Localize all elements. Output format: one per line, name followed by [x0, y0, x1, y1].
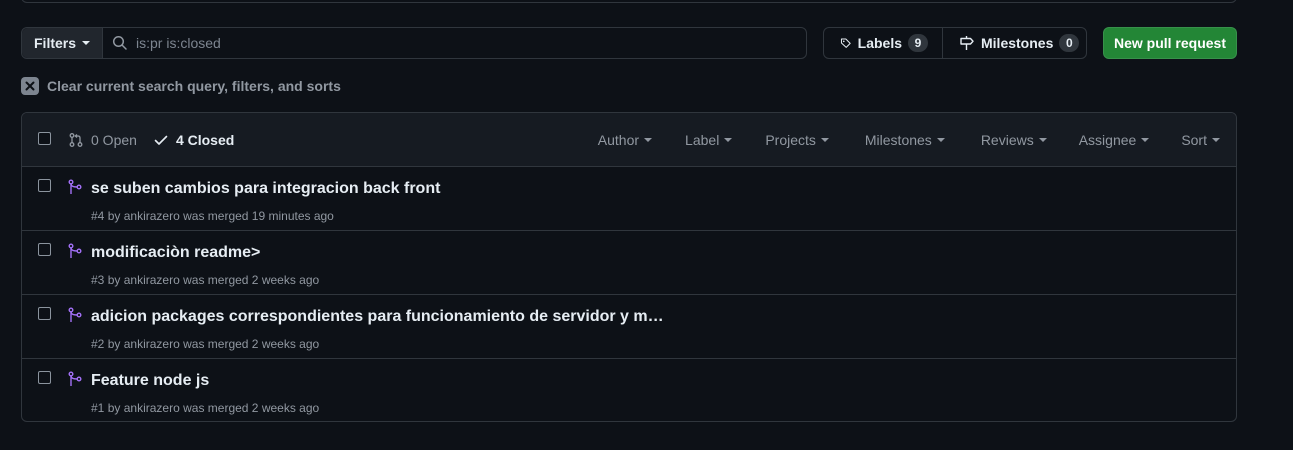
pr-by: by — [107, 337, 121, 351]
x-icon — [21, 77, 39, 95]
pull-request-meta: #3 by ankirazero was merged 2 weeks ago — [91, 273, 319, 287]
filters-dropdown-button[interactable]: Filters — [22, 28, 104, 58]
labels-count-badge: 9 — [908, 34, 928, 52]
pr-status: was merged 2 weeks ago — [183, 273, 320, 287]
pr-status: was merged 2 weeks ago — [183, 401, 320, 415]
state-toggles: 0 Open 4 Closed — [68, 113, 234, 167]
reviews-filter-label: Reviews — [980, 132, 1034, 148]
pull-request-title-link[interactable]: adicion packages correspondientes para f… — [91, 308, 664, 326]
milestones-filter-label: Milestones — [864, 132, 932, 148]
pull-request-row: modificaciòn readme> #3 by ankirazero wa… — [22, 231, 1236, 295]
pr-by: by — [107, 273, 121, 287]
merged-icon — [68, 307, 82, 322]
pr-by: by — [107, 401, 121, 415]
closed-count-label: 4 Closed — [175, 132, 235, 148]
caret-down-icon — [820, 138, 829, 142]
pull-request-icon — [69, 133, 83, 147]
select-all-checkbox[interactable] — [38, 132, 51, 145]
author-filter-label: Author — [597, 132, 640, 148]
projects-filter-menu[interactable]: Projects — [765, 132, 829, 148]
pull-request-title-link[interactable]: se suben cambios para integracion back f… — [91, 180, 440, 198]
closed-state-link[interactable]: 4 Closed — [153, 132, 234, 148]
filters-search-group: Filters — [21, 27, 807, 59]
filters-label: Filters — [34, 35, 77, 51]
clear-filters-label: Clear current search query, filters, and… — [47, 78, 341, 94]
new-pull-request-button[interactable]: New pull request — [1103, 27, 1237, 59]
labels-button[interactable]: Labels 9 — [824, 28, 942, 58]
caret-down-icon — [1038, 138, 1047, 142]
row-checkbox[interactable] — [38, 243, 51, 256]
milestones-label: Milestones — [981, 35, 1054, 51]
caret-down-icon — [936, 138, 945, 142]
milestones-filter-menu[interactable]: Milestones — [865, 132, 945, 148]
search-icon — [112, 35, 127, 50]
open-count-label: 0 Open — [91, 132, 137, 148]
milestones-button[interactable]: Milestones 0 — [942, 28, 1086, 58]
clear-filters-link[interactable]: Clear current search query, filters, and… — [21, 77, 341, 95]
author-link[interactable]: ankirazero — [124, 273, 180, 287]
filter-menus: Author Label Projects Milestones Reviews… — [598, 113, 1220, 167]
sort-label: Sort — [1181, 132, 1207, 148]
caret-down-icon — [1141, 138, 1150, 142]
assignee-filter-menu[interactable]: Assignee — [1079, 132, 1150, 148]
pull-request-row: Feature node js #1 by ankirazero was mer… — [22, 359, 1236, 421]
caret-down-icon — [82, 41, 91, 45]
labels-milestones-group: Labels 9 Milestones 0 — [823, 27, 1087, 59]
milestones-count-badge: 0 — [1059, 34, 1080, 52]
search-input[interactable] — [136, 35, 806, 51]
subnav: Filters Labels 9 Milestone — [21, 27, 1237, 59]
pull-request-meta: #4 by ankirazero was merged 19 minutes a… — [91, 209, 334, 223]
check-icon — [154, 135, 168, 145]
author-link[interactable]: ankirazero — [124, 401, 180, 415]
author-filter-menu[interactable]: Author — [597, 132, 653, 148]
caret-down-icon — [644, 138, 653, 142]
pr-number: #4 — [91, 209, 105, 223]
pr-number: #1 — [91, 401, 105, 415]
row-checkbox[interactable] — [38, 307, 51, 320]
row-checkbox[interactable] — [38, 179, 51, 192]
row-checkbox[interactable] — [38, 371, 51, 384]
pull-request-list: 0 Open 4 Closed Author Label Projects Mi… — [21, 112, 1237, 422]
caret-down-icon — [724, 138, 733, 142]
pr-by: by — [107, 209, 121, 223]
list-header: 0 Open 4 Closed Author Label Projects Mi… — [22, 113, 1236, 167]
open-state-link[interactable]: 0 Open — [68, 132, 137, 148]
pull-request-row: se suben cambios para integracion back f… — [22, 167, 1236, 231]
assignee-filter-label: Assignee — [1078, 132, 1137, 148]
merged-icon — [68, 371, 82, 386]
merged-icon — [68, 179, 82, 194]
pull-request-meta: #2 by ankirazero was merged 2 weeks ago — [91, 337, 319, 351]
pull-request-title-link[interactable]: Feature node js — [91, 372, 209, 390]
pr-number: #2 — [91, 337, 105, 351]
projects-filter-label: Projects — [765, 132, 816, 148]
reviews-filter-menu[interactable]: Reviews — [981, 132, 1047, 148]
tag-icon — [840, 38, 851, 48]
caret-down-icon — [1212, 138, 1220, 142]
pull-request-meta: #1 by ankirazero was merged 2 weeks ago — [91, 401, 319, 415]
pull-request-row: adicion packages correspondientes para f… — [22, 295, 1236, 359]
pr-status: was merged 2 weeks ago — [183, 337, 320, 351]
previous-panel-edge — [21, 0, 1237, 3]
author-link[interactable]: ankirazero — [124, 337, 180, 351]
pr-number: #3 — [91, 273, 105, 287]
label-filter-menu[interactable]: Label — [685, 132, 733, 148]
labels-label: Labels — [857, 35, 902, 51]
search-wrapper — [103, 28, 806, 58]
pr-status: was merged 19 minutes ago — [183, 209, 334, 223]
sort-menu[interactable]: Sort — [1181, 132, 1220, 148]
merged-icon — [68, 243, 82, 258]
label-filter-label: Label — [685, 132, 720, 148]
author-link[interactable]: ankirazero — [124, 209, 180, 223]
milestone-icon — [960, 36, 974, 50]
pull-request-title-link[interactable]: modificaciòn readme> — [91, 244, 260, 262]
